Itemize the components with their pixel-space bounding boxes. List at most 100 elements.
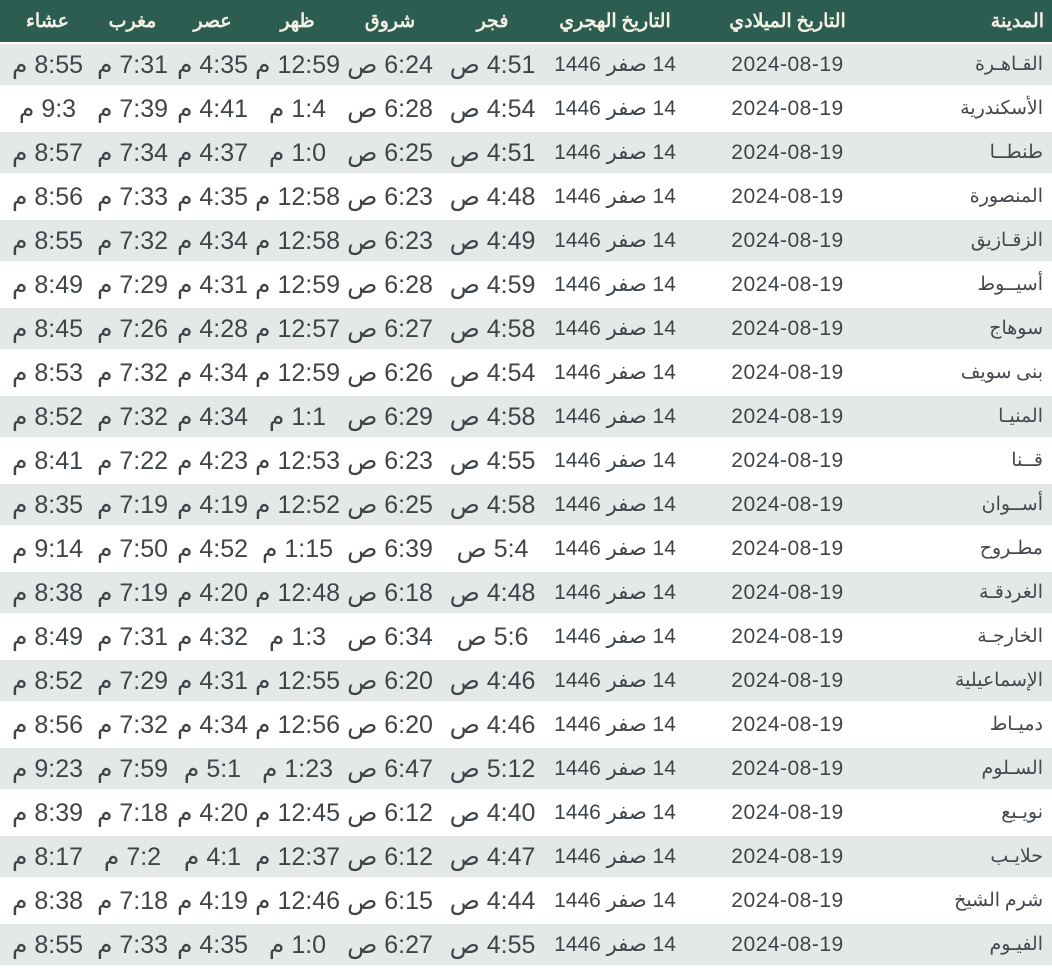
cell-gregorian: 2024-08-19 [685,220,890,264]
cell-hijri: 14 صفر 1446 [545,924,685,968]
table-row: قــنا 2024-08-19 14 صفر 1446 4:55 ص 6:23 ص 12… [0,440,1052,484]
cell-maghrib: 7:32 م [95,396,170,440]
cell-shorouq: 6:34 ص [340,616,440,660]
cell-hijri: 14 صفر 1446 [545,264,685,308]
cell-gregorian: 2024-08-19 [685,792,890,836]
cell-maghrib: 7:26 م [95,308,170,352]
cell-isha: 8:35 م [0,484,95,528]
cell-shorouq: 6:27 ص [340,308,440,352]
cell-city: الفيـوم [890,924,1052,968]
cell-hijri: 14 صفر 1446 [545,352,685,396]
cell-city: حلايـب [890,836,1052,880]
cell-dhuhr: 12:52 م [255,484,340,528]
cell-hijri: 14 صفر 1446 [545,396,685,440]
cell-hijri: 14 صفر 1446 [545,88,685,132]
cell-asr: 4:34 م [170,220,255,264]
cell-fajr: 4:44 ص [440,880,545,924]
cell-shorouq: 6:20 ص [340,660,440,704]
cell-asr: 4:19 م [170,880,255,924]
table-row: حلايـب 2024-08-19 14 صفر 1446 4:47 ص 6:12 ص1… [0,836,1052,880]
cell-asr: 4:1 م [170,836,255,880]
column-header-gregorian: التاريخ الميلادي [685,0,890,44]
cell-city: الغردقـة [890,572,1052,616]
cell-fajr: 4:46 ص [440,660,545,704]
cell-dhuhr: 1:1 م [255,396,340,440]
cell-hijri: 14 صفر 1446 [545,792,685,836]
table-row: بنى سويف 2024-08-19 14 صفر 1446 4:54 ص 6:26 … [0,352,1052,396]
cell-asr: 4:34 م [170,352,255,396]
cell-asr: 4:37 م [170,132,255,176]
cell-city: طنطــا [890,132,1052,176]
cell-hijri: 14 صفر 1446 [545,484,685,528]
cell-shorouq: 6:26 ص [340,352,440,396]
cell-dhuhr: 1:23 م [255,748,340,792]
cell-fajr: 4:58 ص [440,308,545,352]
cell-gregorian: 2024-08-19 [685,88,890,132]
cell-hijri: 14 صفر 1446 [545,308,685,352]
cell-dhuhr: 12:46 م [255,880,340,924]
cell-isha: 8:38 م [0,572,95,616]
cell-fajr: 4:51 ص [440,44,545,88]
cell-gregorian: 2024-08-19 [685,484,890,528]
cell-shorouq: 6:47 ص [340,748,440,792]
cell-city: بنى سويف [890,352,1052,396]
cell-asr: 4:20 م [170,572,255,616]
cell-fajr: 4:48 ص [440,572,545,616]
prayer-times-body: القـاهـرة 2024-08-19 14 صفر 1446 4:51 ص 6:24… [0,44,1052,968]
cell-dhuhr: 12:55 م [255,660,340,704]
cell-city: دميـاط [890,704,1052,748]
cell-isha: 8:17 م [0,836,95,880]
cell-shorouq: 6:25 ص [340,132,440,176]
table-row: مطـروح 2024-08-19 14 صفر 1446 5:4 ص 6:39 ص 1:… [0,528,1052,572]
cell-isha: 8:53 م [0,352,95,396]
cell-shorouq: 6:20 ص [340,704,440,748]
cell-hijri: 14 صفر 1446 [545,220,685,264]
cell-dhuhr: 12:57 م [255,308,340,352]
column-header-shorouq: شروق [340,0,440,44]
cell-isha: 8:38 م [0,880,95,924]
cell-fajr: 4:47 ص [440,836,545,880]
cell-city: نويـبع [890,792,1052,836]
cell-isha: 8:55 م [0,924,95,968]
cell-maghrib: 7:32 م [95,704,170,748]
table-row: الأسكندرية 2024-08-19 14 صفر 1446 4:54 ص 6:2… [0,88,1052,132]
cell-maghrib: 7:33 م [95,176,170,220]
table-row: سوهاج 2024-08-19 14 صفر 1446 4:58 ص 6:27 ص 12… [0,308,1052,352]
cell-dhuhr: 1:3 م [255,616,340,660]
cell-city: قــنا [890,440,1052,484]
cell-isha: 8:49 م [0,264,95,308]
cell-isha: 8:56 م [0,704,95,748]
cell-city: القـاهـرة [890,44,1052,88]
cell-city: الإسماعيلية [890,660,1052,704]
cell-dhuhr: 12:59 م [255,352,340,396]
prayer-times-table: المدينة التاريخ الميلادي التاريخ الهجري … [0,0,1052,968]
cell-gregorian: 2024-08-19 [685,528,890,572]
cell-shorouq: 6:23 ص [340,220,440,264]
table-row: المنيـا 2024-08-19 14 صفر 1446 4:58 ص 6:29 ص… [0,396,1052,440]
cell-city: الأسكندرية [890,88,1052,132]
cell-maghrib: 7:19 م [95,572,170,616]
cell-isha: 8:55 م [0,44,95,88]
table-row: الإسماعيلية 2024-08-19 14 صفر 1446 4:46 ص 6:… [0,660,1052,704]
cell-gregorian: 2024-08-19 [685,616,890,660]
table-row: نويـبع 2024-08-19 14 صفر 1446 4:40 ص 6:12 ص1… [0,792,1052,836]
cell-fajr: 4:51 ص [440,132,545,176]
cell-asr: 4:35 م [170,176,255,220]
cell-fajr: 4:46 ص [440,704,545,748]
cell-asr: 4:41 م [170,88,255,132]
cell-gregorian: 2024-08-19 [685,440,890,484]
table-row: الخارجـة 2024-08-19 14 صفر 1446 5:6 ص 6:34 ص… [0,616,1052,660]
cell-maghrib: 7:18 م [95,880,170,924]
cell-hijri: 14 صفر 1446 [545,616,685,660]
cell-maghrib: 7:39 م [95,88,170,132]
cell-isha: 8:45 م [0,308,95,352]
cell-gregorian: 2024-08-19 [685,264,890,308]
table-row: الفيـوم 2024-08-19 14 صفر 1446 4:55 ص 6:27 ص… [0,924,1052,968]
table-row: أســوان 2024-08-19 14 صفر 1446 4:58 ص 6:25 ص… [0,484,1052,528]
cell-shorouq: 6:12 ص [340,792,440,836]
cell-asr: 4:32 م [170,616,255,660]
cell-asr: 4:34 م [170,704,255,748]
cell-asr: 4:52 م [170,528,255,572]
cell-fajr: 4:49 ص [440,220,545,264]
cell-shorouq: 6:29 ص [340,396,440,440]
